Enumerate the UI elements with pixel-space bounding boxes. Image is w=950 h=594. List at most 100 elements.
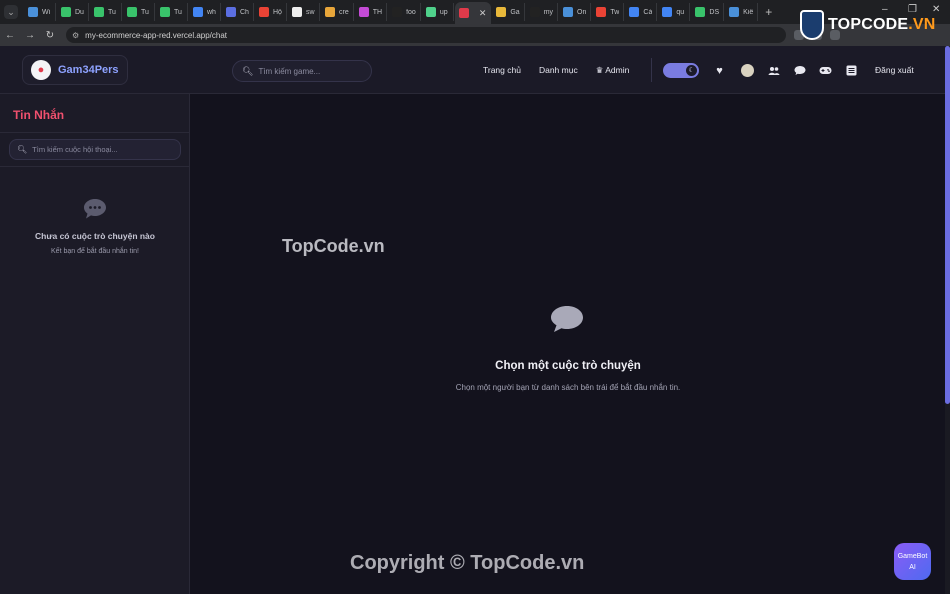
orders-icon[interactable]: [845, 64, 858, 77]
tab-favicon-icon: [729, 7, 740, 17]
tab-label: Tw: [610, 8, 620, 16]
browser-tab[interactable]: Cá: [625, 3, 658, 21]
browser-tab[interactable]: Du: [57, 3, 89, 21]
browser-tab[interactable]: cre: [321, 3, 354, 21]
browser-tab[interactable]: Ch: [222, 3, 254, 21]
tab-list: Wi Du Tu Tu Tu wh Ch Hộ sw cre TH foo up ✕ Ga my On Tw Cá q…: [24, 0, 759, 24]
nav-admin[interactable]: ♛ Admin: [596, 65, 630, 76]
nav-categories[interactable]: Danh mục: [539, 65, 578, 75]
conversation-search-input[interactable]: [32, 145, 178, 154]
site-logo[interactable]: ● Gam34Pers: [22, 54, 128, 85]
topcode-logo-text: TOPCODE.VN: [828, 16, 936, 33]
tab-search-dropdown[interactable]: ⌄: [4, 5, 18, 19]
user-avatar[interactable]: [741, 64, 754, 77]
divider: [0, 132, 190, 133]
logo-text: Gam34Pers: [58, 63, 119, 76]
gamebot-label-ai: AI: [909, 563, 916, 571]
omnibox[interactable]: ⚙ my-ecommerce-app-red.vercel.app/chat: [66, 27, 786, 43]
browser-tab[interactable]: Tu: [90, 3, 122, 21]
browser-tab[interactable]: Tu: [156, 3, 188, 21]
tab-favicon-icon: [496, 7, 507, 17]
search-icon: 🔍︎: [242, 65, 254, 76]
tab-favicon-icon: [629, 7, 640, 17]
browser-tab[interactable]: sw: [288, 3, 320, 21]
browser-tab[interactable]: Ga: [492, 3, 525, 21]
tab-favicon-icon: [425, 7, 436, 17]
close-tab-icon[interactable]: ✕: [479, 8, 487, 19]
tab-favicon-icon: [61, 7, 71, 17]
browser-tab[interactable]: up: [422, 3, 454, 21]
tab-favicon-icon: [529, 7, 540, 17]
browser-tab[interactable]: qu: [658, 3, 691, 21]
nav-home[interactable]: Trang chủ: [483, 65, 521, 75]
topcode-logo: TOPCODE.VN: [800, 8, 936, 42]
back-icon[interactable]: ←: [0, 30, 20, 41]
scrollbar-thumb[interactable]: [945, 46, 950, 404]
tab-label: Kiể: [743, 8, 754, 16]
search-icon: 🔍︎: [17, 145, 28, 154]
tab-label: Hộ: [273, 8, 282, 16]
tab-favicon-icon: [662, 7, 673, 17]
browser-tab[interactable]: Kiể: [725, 3, 759, 21]
browser-tab[interactable]: On: [559, 3, 592, 21]
tab-favicon-icon: [325, 7, 335, 17]
browser-tab[interactable]: Tu: [123, 3, 155, 21]
chat-bubble-icon: [84, 199, 106, 219]
tab-favicon-icon: [28, 7, 38, 17]
browser-tab[interactable]: my: [526, 3, 559, 21]
divider: [0, 166, 190, 167]
tab-label: up: [439, 8, 448, 16]
messages-sidebar: Tin Nhắn 🔍︎ Chưa có cuộc trò chuyện nào …: [0, 94, 190, 594]
tab-favicon-icon: [193, 7, 203, 17]
browser-tab[interactable]: Hộ: [255, 3, 287, 21]
browser-tab[interactable]: Tw: [592, 3, 625, 21]
empty-conversations-subtitle: Kết bạn để bắt đầu nhắn tin!: [51, 248, 139, 255]
tab-label: TH: [372, 8, 383, 16]
url-text: my-ecommerce-app-red.vercel.app/chat: [85, 30, 228, 40]
moon-icon: ☾: [686, 65, 697, 76]
tab-label: wh: [207, 8, 216, 16]
tab-label: Du: [75, 8, 84, 16]
game-search-input[interactable]: [258, 66, 369, 76]
tab-favicon-icon: [292, 7, 302, 17]
browser-tab[interactable]: TH: [355, 3, 388, 21]
main-nav: Trang chủ Danh mục ♛ Admin: [483, 46, 647, 94]
tab-label: qu: [676, 8, 685, 16]
conversation-search: 🔍︎: [9, 139, 181, 160]
browser-tab[interactable]: ✕: [454, 2, 492, 24]
new-tab-button[interactable]: +: [765, 5, 772, 19]
watermark-text: TopCode.vn: [282, 236, 385, 256]
tab-favicon-icon: [392, 7, 403, 17]
heart-icon[interactable]: ♥: [713, 64, 726, 77]
page-scrollbar[interactable]: [945, 46, 950, 594]
friends-icon[interactable]: [767, 64, 780, 77]
gamebot-ai-button[interactable]: GameBot AI: [894, 543, 931, 580]
site-info-icon[interactable]: ⚙: [72, 31, 79, 40]
tab-label: Cá: [643, 8, 653, 16]
tab-label: my: [543, 8, 554, 16]
reload-icon[interactable]: ↻: [40, 30, 60, 41]
tab-favicon-icon: [226, 7, 236, 17]
logout-button[interactable]: Đăng xuất: [875, 46, 914, 94]
tab-favicon-icon: [127, 7, 137, 17]
gamepad-icon[interactable]: [819, 64, 832, 77]
chat-icon[interactable]: [793, 64, 806, 77]
browser-tab[interactable]: wh: [189, 3, 221, 21]
tab-label: Tu: [108, 8, 116, 16]
tab-favicon-icon: [160, 7, 170, 17]
tab-favicon-icon: [563, 7, 574, 17]
browser-tab[interactable]: foo: [388, 3, 421, 21]
tab-label: foo: [406, 8, 416, 16]
nav-divider: [651, 58, 652, 82]
theme-toggle[interactable]: ☾: [663, 63, 699, 78]
tab-label: Tu: [141, 8, 149, 16]
copyright-watermark: Copyright © TopCode.vn: [350, 552, 585, 574]
tab-favicon-icon: [596, 7, 607, 17]
tab-favicon-icon: [94, 7, 104, 17]
forward-icon[interactable]: →: [20, 30, 40, 41]
browser-tab[interactable]: Wi: [24, 3, 56, 21]
tab-favicon-icon: [458, 8, 469, 18]
browser-tab[interactable]: DS: [691, 3, 725, 21]
topcode-shield-icon: [800, 10, 824, 40]
tab-label: Ga: [510, 8, 520, 16]
